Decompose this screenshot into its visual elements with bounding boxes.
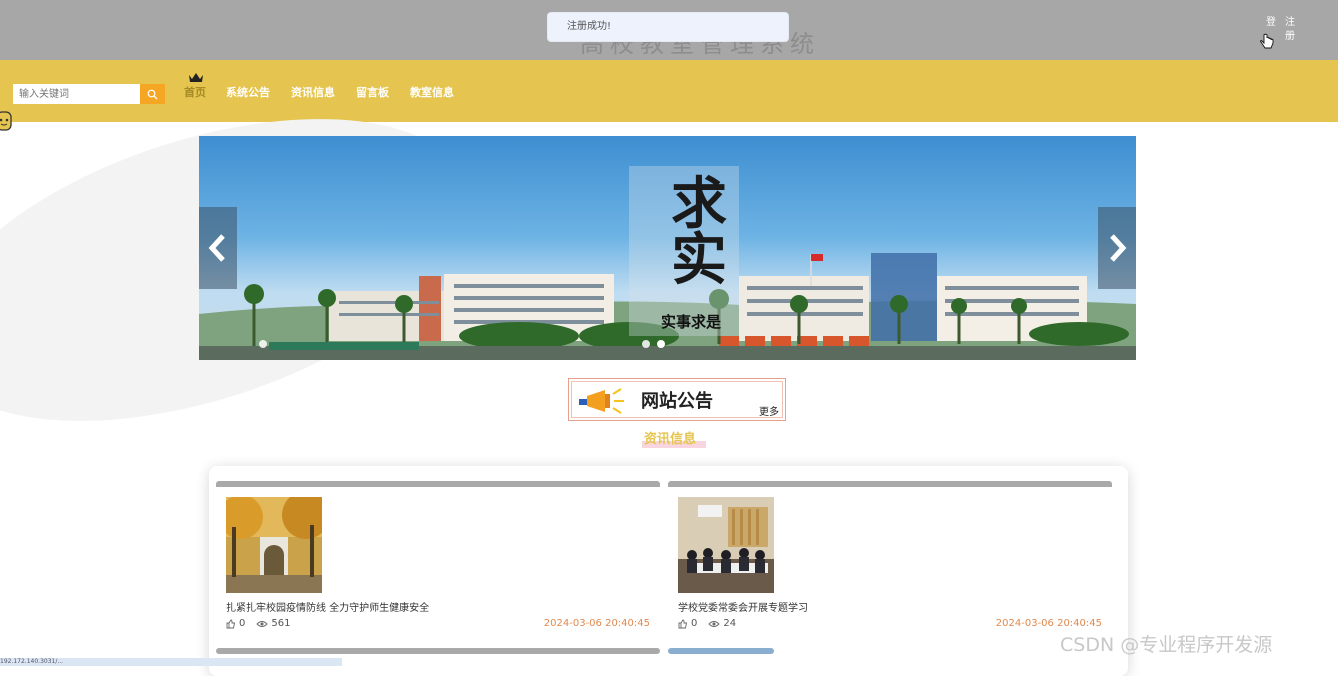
news-thumbnail[interactable] <box>226 497 322 593</box>
meeting-photo <box>678 497 774 593</box>
carousel-prev-button[interactable] <box>199 207 237 289</box>
banner-carousel[interactable]: 求实 实事求是 <box>199 136 1136 360</box>
nav-item-home[interactable]: 首页 <box>184 84 206 100</box>
crown-icon <box>189 73 203 82</box>
browser-status-bar: 192.172.140.3031/... <box>0 658 342 666</box>
news-panel: 扎紧扎牢校园疫情防线 全力守护师生健康安全 0 561 2024-03-06 2… <box>209 466 1128 676</box>
news-section-heading: 资讯信息 <box>644 432 697 447</box>
megaphone-icon <box>579 388 624 414</box>
news-title[interactable]: 学校党委常委会开展专题学习 <box>678 599 808 614</box>
nav-item-news[interactable]: 资讯信息 <box>291 84 335 100</box>
carousel-next-button[interactable] <box>1098 207 1136 289</box>
banner-calligraphy: 求实 <box>671 171 727 293</box>
nav-item-message-board[interactable]: 留言板 <box>356 84 389 100</box>
like-count: 0 <box>239 618 246 629</box>
view-count: 24 <box>723 618 737 629</box>
success-toast: 注册成功! <box>547 12 789 42</box>
search-input[interactable] <box>13 84 140 104</box>
card-top-bar <box>668 648 774 654</box>
autumn-gate-photo <box>226 497 322 593</box>
card-top-bar <box>216 648 660 654</box>
carousel-dot[interactable] <box>259 340 267 348</box>
notice-title: 网站公告 <box>641 391 713 412</box>
mascot-icon[interactable] <box>0 109 14 133</box>
card-top-bar <box>668 481 1112 487</box>
news-title[interactable]: 扎紧扎牢校园疫情防线 全力守护师生健康安全 <box>226 599 429 614</box>
nav-item-classrooms[interactable]: 教室信息 <box>410 84 454 100</box>
eye-icon <box>256 620 269 627</box>
register-link[interactable]: 注册 <box>1285 16 1297 44</box>
news-thumbnail[interactable] <box>678 497 774 593</box>
news-card[interactable]: 扎紧扎牢校园疫情防线 全力守护师生健康安全 0 561 2024-03-06 2… <box>216 481 660 641</box>
hand-cursor-icon <box>1260 33 1274 49</box>
login-link[interactable]: 登 <box>1266 16 1278 30</box>
banner-motto: 实事求是 <box>661 313 722 331</box>
search-icon <box>147 89 158 99</box>
view-count: 561 <box>271 618 291 629</box>
news-stats: 0 561 <box>226 618 290 629</box>
chevron-left-icon <box>208 234 225 262</box>
thumbs-up-icon[interactable] <box>226 619 236 629</box>
notice-more-link[interactable]: 更多 <box>759 403 779 418</box>
chevron-right-icon <box>1110 234 1127 262</box>
news-card[interactable]: 学校党委常委会开展专题学习 0 24 2024-03-06 20:40:45 <box>668 481 1112 641</box>
watermark: CSDN @专业程序开发源 <box>1060 634 1273 656</box>
thumbs-up-icon[interactable] <box>678 619 688 629</box>
carousel-dot[interactable] <box>642 340 650 348</box>
nav-item-announcements[interactable]: 系统公告 <box>226 84 270 100</box>
card-top-bar <box>216 481 660 487</box>
news-stats: 0 24 <box>678 618 736 629</box>
notice-banner[interactable]: 网站公告 更多 <box>568 378 786 421</box>
news-date: 2024-03-06 20:40:45 <box>995 618 1102 629</box>
search-button[interactable] <box>140 84 165 104</box>
like-count: 0 <box>691 618 698 629</box>
news-date: 2024-03-06 20:40:45 <box>543 618 650 629</box>
carousel-dot-active[interactable] <box>657 340 665 348</box>
eye-icon <box>708 620 721 627</box>
